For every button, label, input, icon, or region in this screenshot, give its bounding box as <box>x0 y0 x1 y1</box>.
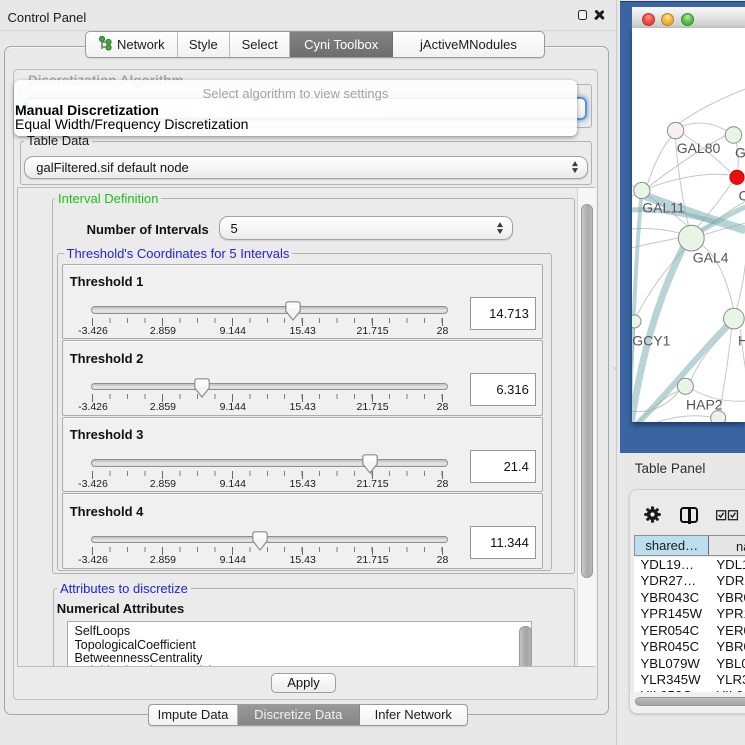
svg-text:GA: GA <box>735 145 745 161</box>
svg-text:C: C <box>738 188 745 204</box>
svg-text:HAP2: HAP2 <box>686 397 723 413</box>
svg-text:GAL4: GAL4 <box>692 250 728 266</box>
svg-text:H: H <box>738 333 745 349</box>
svg-text:GCY1: GCY1 <box>632 333 670 349</box>
svg-text:GAL11: GAL11 <box>642 200 685 216</box>
svg-text:GAL80: GAL80 <box>676 140 720 156</box>
